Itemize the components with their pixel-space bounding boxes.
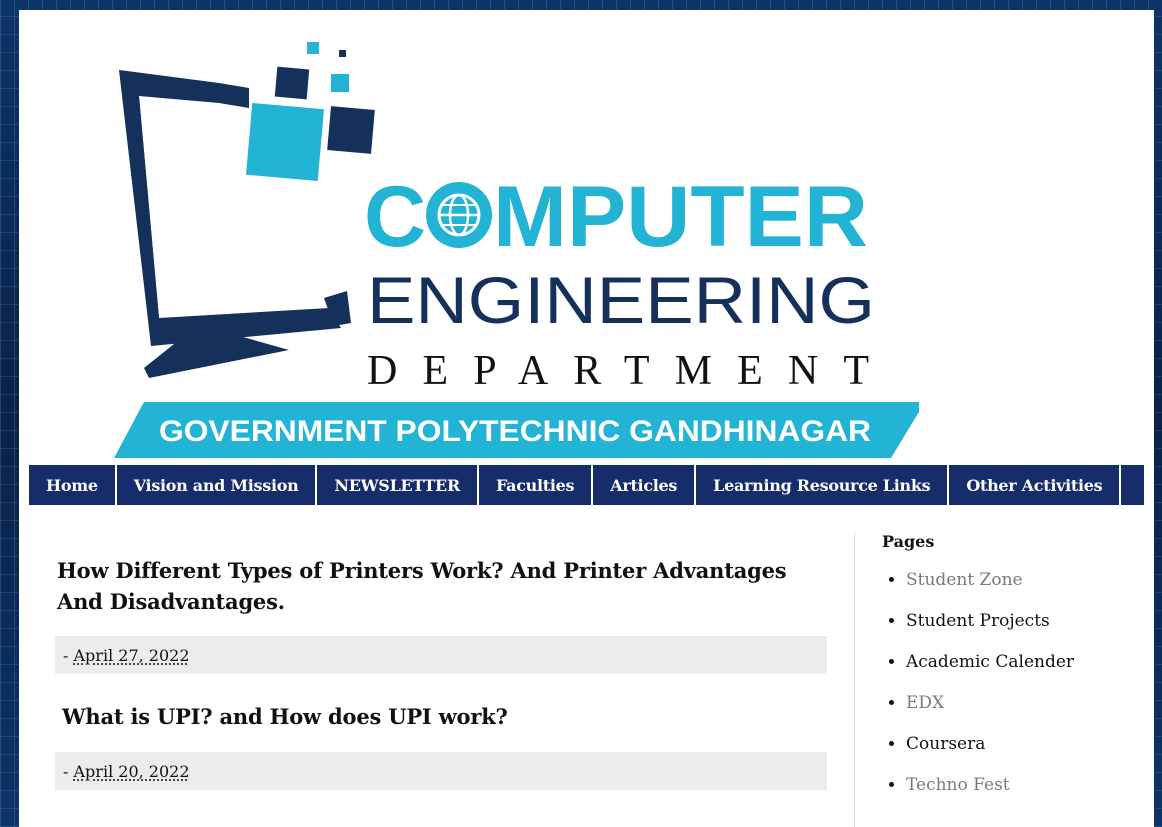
sidebar-link[interactable]: EDX bbox=[906, 693, 944, 713]
sidebar-link[interactable]: Coursera bbox=[906, 734, 985, 754]
nav-articles[interactable]: Articles bbox=[593, 465, 697, 505]
nav-faculties[interactable]: Faculties bbox=[479, 465, 594, 505]
post-meta: - April 27, 2022 bbox=[55, 636, 827, 674]
department-logo[interactable]: C MPUTER ENGINEERING DEPARTMENT GOVERNME… bbox=[89, 28, 919, 458]
nav-vision-mission[interactable]: Vision and Mission bbox=[117, 465, 318, 505]
sidebar-item-student-zone: Student Zone bbox=[906, 569, 1152, 591]
sidebar-pages: Pages Student Zone Student Projects Acad… bbox=[882, 532, 1152, 815]
post-meta-prefix: - bbox=[63, 761, 74, 781]
post-date[interactable]: April 27, 2022 bbox=[74, 646, 190, 665]
sidebar-heading: Pages bbox=[882, 532, 935, 551]
sidebar-list: Student Zone Student Projects Academic C… bbox=[882, 569, 1152, 796]
sidebar-link[interactable]: Techno Fest bbox=[906, 775, 1010, 795]
post-meta: - April 20, 2022 bbox=[55, 752, 827, 790]
post-date[interactable]: April 20, 2022 bbox=[74, 762, 190, 781]
logo-line3: DEPARTMENT bbox=[367, 348, 869, 394]
sidebar-link[interactable]: Academic Calender bbox=[906, 652, 1074, 672]
sidebar-divider bbox=[854, 533, 855, 827]
logo-line1: C bbox=[364, 169, 426, 265]
post-title[interactable]: How Different Types of Printers Work? An… bbox=[55, 555, 827, 617]
sidebar-link[interactable]: Student Projects bbox=[906, 611, 1050, 631]
sidebar-item-student-projects: Student Projects bbox=[906, 610, 1152, 632]
sidebar-item-techno-fest: Techno Fest bbox=[906, 774, 1152, 796]
nav-newsletter[interactable]: NEWSLETTER bbox=[317, 465, 479, 505]
logo-banner-text: GOVERNMENT POLYTECHNIC GANDHINAGAR bbox=[159, 415, 871, 448]
post-title[interactable]: What is UPI? and How does UPI work? bbox=[55, 701, 827, 732]
nav-learning-resource-links[interactable]: Learning Resource Links bbox=[696, 465, 950, 505]
globe-icon bbox=[426, 182, 492, 248]
pixel-square bbox=[245, 102, 325, 182]
post-item: How Different Types of Printers Work? An… bbox=[55, 555, 827, 674]
nav-other-activities[interactable]: Other Activities bbox=[949, 465, 1122, 505]
main-navbar: Home Vision and Mission NEWSLETTER Facul… bbox=[29, 465, 1144, 505]
svg-text:MPUTER: MPUTER bbox=[493, 169, 868, 265]
post-list: How Different Types of Printers Work? An… bbox=[55, 555, 827, 790]
sidebar-item-coursera: Coursera bbox=[906, 733, 1152, 755]
post-meta-prefix: - bbox=[63, 645, 74, 665]
nav-home[interactable]: Home bbox=[29, 465, 117, 505]
sidebar-link[interactable]: Student Zone bbox=[906, 570, 1023, 590]
logo-line2: ENGINEERING bbox=[367, 263, 875, 337]
post-item: What is UPI? and How does UPI work? - Ap… bbox=[55, 701, 827, 790]
sidebar-item-academic-calender: Academic Calender bbox=[906, 651, 1152, 673]
sidebar-item-edx: EDX bbox=[906, 692, 1152, 714]
page-container: C MPUTER ENGINEERING DEPARTMENT GOVERNME… bbox=[19, 10, 1154, 827]
